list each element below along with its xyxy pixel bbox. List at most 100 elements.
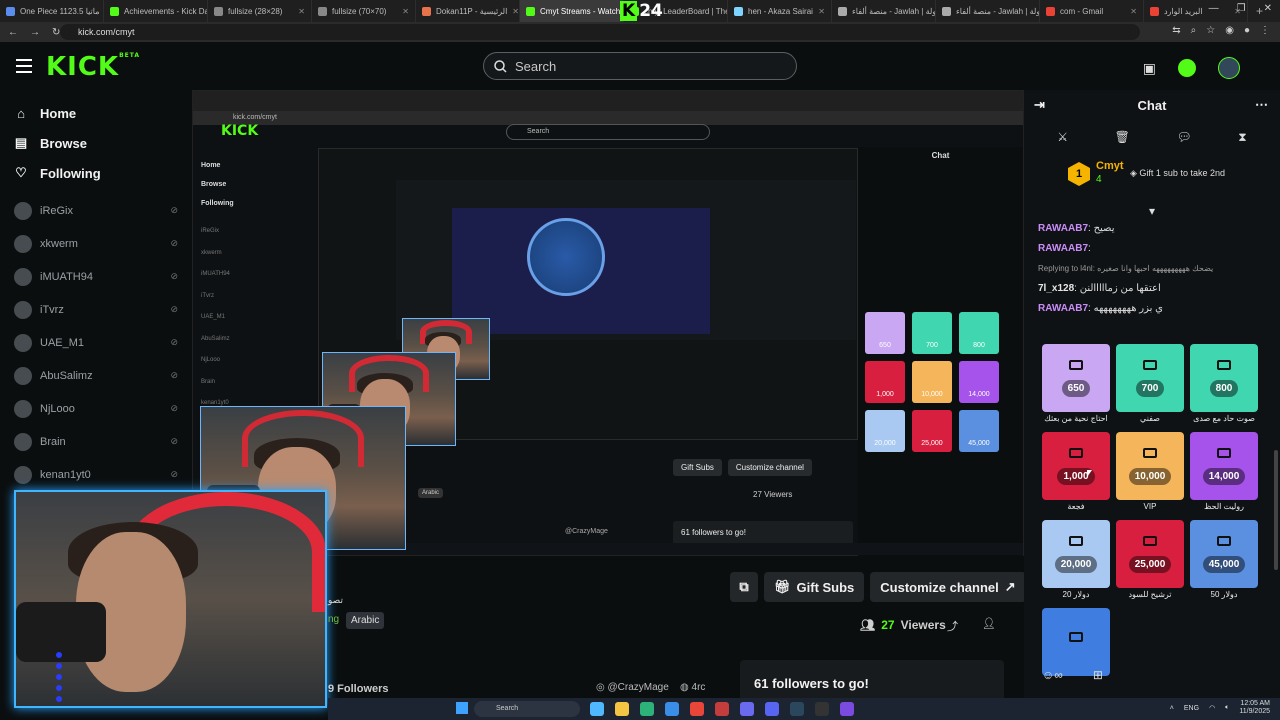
profile-icon[interactable]: ● xyxy=(1244,25,1250,36)
app-icon[interactable] xyxy=(840,702,854,716)
reward-tile[interactable] xyxy=(1042,608,1110,676)
reward-tile[interactable]: 10,000 xyxy=(1116,432,1184,500)
browser-tab[interactable]: منصة ألفاء - Jawlah | جولة✕ xyxy=(832,0,936,22)
search-input[interactable]: Search xyxy=(483,52,797,80)
clock[interactable]: 12:05 AM 11/9/2025 xyxy=(1239,700,1270,716)
windows-start-icon[interactable] xyxy=(456,702,468,714)
browser-tab[interactable]: Achievements - Kick Dash✕ xyxy=(104,0,208,22)
volume-icon[interactable]: 🔈︎ xyxy=(1225,704,1229,712)
tab-close-icon[interactable]: ✕ xyxy=(1130,7,1137,16)
browser-tab[interactable]: One Piece 1123.5 ماتيا✕ xyxy=(0,0,104,22)
hamburger-menu-icon[interactable] xyxy=(16,59,32,73)
browser-tab[interactable]: fullsize (70×70) ✕ xyxy=(312,0,416,22)
reward-item[interactable]: 650 احتاج نحية من بعثك xyxy=(1042,344,1110,426)
copilot-icon[interactable] xyxy=(590,702,604,716)
sidebar-channel[interactable]: iTvrz ⊘ xyxy=(0,293,192,326)
browser-tab[interactable]: hen - Akaza Sairai ✕ xyxy=(728,0,832,22)
reward-item[interactable]: 800 صوت حاد مع صدى xyxy=(1190,344,1258,426)
language-tag[interactable]: Arabic xyxy=(346,612,385,629)
reward-tile[interactable]: 20,000 xyxy=(1042,520,1110,588)
extension-icon[interactable]: ◉ xyxy=(1225,25,1234,36)
taskbar-search[interactable]: Search xyxy=(474,701,580,717)
reward-tile[interactable]: 1,000 xyxy=(1042,432,1110,500)
sidebar-channel[interactable]: xkwerm ⊘ xyxy=(0,227,192,260)
reward-item[interactable]: 14,000 روليت الحظ xyxy=(1190,432,1258,514)
close-icon[interactable]: ✕ xyxy=(1264,3,1272,14)
broadcast-icon[interactable]: ▣ xyxy=(1143,60,1156,77)
tab-close-icon[interactable]: ✕ xyxy=(512,7,519,16)
reward-tile[interactable]: 14,000 xyxy=(1190,432,1258,500)
emote-icon[interactable]: ☺∞ xyxy=(1042,668,1063,682)
reward-item[interactable]: 25,000 ترشيح للسود xyxy=(1116,520,1184,602)
reward-tile[interactable]: 25,000 xyxy=(1116,520,1184,588)
discord-app-icon[interactable] xyxy=(765,702,779,716)
kick-status-icon[interactable] xyxy=(1178,59,1196,77)
discord-link[interactable]: ◍ 4rc xyxy=(680,682,705,693)
chat-username[interactable]: RAWAAB7 xyxy=(1038,303,1088,314)
sidebar-channel[interactable]: Brain ⊘ xyxy=(0,425,192,458)
sidebar-channel[interactable]: kenan1yt0 ⊘ xyxy=(0,458,192,491)
menu-icon[interactable]: ⋮ xyxy=(1260,25,1270,36)
folder-icon[interactable] xyxy=(615,702,629,716)
browser-tab[interactable]: منصة ألفاء - Jawlah | جولة✕ xyxy=(936,0,1040,22)
expand-pinned-icon[interactable]: ▾ xyxy=(1024,204,1280,218)
sidebar-channel[interactable]: AbuSalimz ⊘ xyxy=(0,359,192,392)
forward-icon[interactable]: → xyxy=(30,27,40,38)
sword-icon[interactable]: ⚔ xyxy=(1057,130,1068,144)
kick-logo[interactable]: KICKBETA xyxy=(46,52,140,82)
reward-item[interactable]: 10,000 VIP xyxy=(1116,432,1184,514)
game-icon[interactable] xyxy=(740,702,754,716)
reward-tile[interactable]: 700 xyxy=(1116,344,1184,412)
user-avatar[interactable] xyxy=(1218,57,1240,79)
sidebar-item-home[interactable]: ⌂ Home xyxy=(0,98,192,128)
back-icon[interactable]: ← xyxy=(8,27,18,38)
trash-icon[interactable]: 🗑︎ xyxy=(1115,130,1130,144)
reward-item[interactable]: 20,000 دولار 20 xyxy=(1042,520,1110,602)
tab-close-icon[interactable]: ✕ xyxy=(298,7,305,16)
pinned-username[interactable]: Cmyt xyxy=(1096,160,1124,172)
zoom-icon[interactable]: ⌕ xyxy=(1191,25,1197,36)
sidebar-channel[interactable]: iReGix ⊘ xyxy=(0,194,192,227)
sidebar-channel[interactable]: NjLooo ⊘ xyxy=(0,392,192,425)
hourglass-icon[interactable]: ⧗ xyxy=(1238,130,1246,145)
browser-tab[interactable]: com - Gmail ✕ xyxy=(1040,0,1144,22)
obs-icon[interactable] xyxy=(815,702,829,716)
tab-close-icon[interactable]: ✕ xyxy=(402,7,409,16)
chat-bubble-icon[interactable]: 💬︎ xyxy=(1176,130,1191,144)
browser-tab[interactable]: Cmyt Streams - Watch L✕ xyxy=(520,0,624,22)
browser-tab[interactable]: fullsize (28×28) ✕ xyxy=(208,0,312,22)
mail-icon[interactable] xyxy=(715,702,729,716)
bookmark-icon[interactable]: ☆ xyxy=(1206,25,1215,36)
collapse-chat-icon[interactable]: ⇥ xyxy=(1034,97,1045,113)
minimize-icon[interactable]: — xyxy=(1209,3,1219,14)
theater-mode-button[interactable]: ⧉ xyxy=(730,572,758,602)
social-link[interactable]: ◎ @CrazyMage xyxy=(596,682,669,693)
sidebar-channel[interactable]: UAE_M1 ⊘ xyxy=(0,326,192,359)
reward-item[interactable]: 1,000 فجعة xyxy=(1042,432,1110,514)
chat-username[interactable]: RAWAAB7 xyxy=(1038,223,1088,234)
stream-category[interactable]: ng xyxy=(328,614,339,625)
browser-tab[interactable]: Dokan11P - الرئيسية ✕ xyxy=(416,0,520,22)
follow-user-icon[interactable]: 👤︎ xyxy=(982,617,996,630)
steam-icon[interactable] xyxy=(790,702,804,716)
store-icon[interactable] xyxy=(665,702,679,716)
reward-item[interactable]: 700 صفني xyxy=(1116,344,1184,426)
chat-menu-icon[interactable]: ⋯ xyxy=(1255,97,1268,113)
sidebar-channel[interactable]: iMUATH94 ⊘ xyxy=(0,260,192,293)
translate-icon[interactable]: ⇆ xyxy=(1172,25,1180,36)
reward-item[interactable]: 45,000 دولار 50 xyxy=(1190,520,1258,602)
reward-tile[interactable]: 45,000 xyxy=(1190,520,1258,588)
reward-tile[interactable]: 800 xyxy=(1190,344,1258,412)
language-indicator[interactable]: ENG xyxy=(1184,705,1199,712)
tab-close-icon[interactable]: ✕ xyxy=(818,7,825,16)
wifi-icon[interactable]: ◠ xyxy=(1209,704,1215,712)
rewards-icon[interactable]: ⊞ xyxy=(1093,668,1103,682)
share-icon[interactable]: ⤴ xyxy=(947,618,958,634)
url-field[interactable]: kick.com/cmyt xyxy=(60,24,1140,40)
maximize-icon[interactable]: ❐ xyxy=(1237,3,1246,14)
edge-icon[interactable] xyxy=(640,702,654,716)
reward-tile[interactable]: 650 xyxy=(1042,344,1110,412)
tray-expand-icon[interactable]: ˄ xyxy=(1170,705,1174,712)
customize-channel-button[interactable]: Customize channel ↗ xyxy=(870,572,1026,602)
sidebar-item-browse[interactable]: ▤ Browse xyxy=(0,128,192,158)
